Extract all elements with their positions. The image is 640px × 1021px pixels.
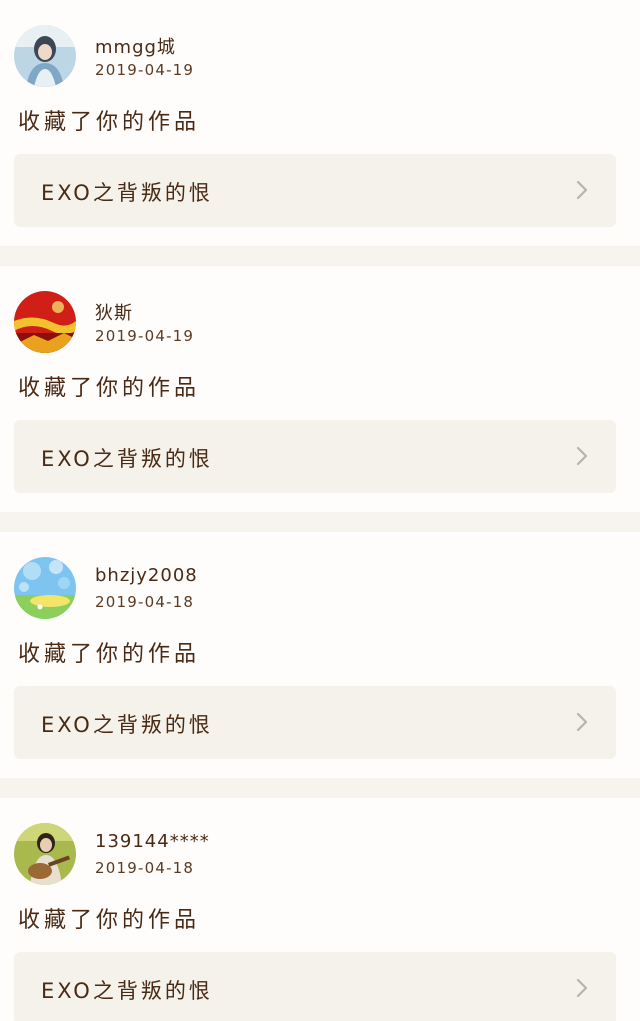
work-title: EXO之背叛的恨: [41, 181, 213, 205]
username[interactable]: 狄斯: [95, 299, 133, 325]
chevron-right-icon: [576, 446, 588, 466]
chevron-right-icon: [576, 712, 588, 732]
activity-text: 收藏了你的作品: [18, 110, 201, 135]
work-link[interactable]: EXO之背叛的恨: [14, 686, 616, 759]
feed-item: bhzjy2008 2019-04-18 收藏了你的作品 EXO之背叛的恨: [0, 532, 640, 778]
work-title: EXO之背叛的恨: [41, 979, 213, 1003]
chevron-right-icon: [576, 978, 588, 998]
feed-item: 狄斯 2019-04-19 收藏了你的作品 EXO之背叛的恨: [0, 266, 640, 512]
activity-text: 收藏了你的作品: [18, 376, 201, 401]
timestamp: 2019-04-18: [95, 859, 195, 877]
user-photo-avatar-icon[interactable]: [14, 25, 76, 87]
bokeh-landscape-avatar-icon[interactable]: [14, 557, 76, 619]
chevron-right-icon: [576, 180, 588, 200]
timestamp: 2019-04-19: [95, 61, 195, 79]
activity-text: 收藏了你的作品: [18, 642, 201, 667]
feed-item: 139144**** 2019-04-18 收藏了你的作品 EXO之背叛的恨: [0, 798, 640, 1021]
work-link[interactable]: EXO之背叛的恨: [14, 420, 616, 493]
divider: [0, 512, 640, 532]
feed-item: mmgg城 2019-04-19 收藏了你的作品 EXO之背叛的恨: [0, 0, 640, 246]
new-year-greeting-avatar-icon[interactable]: [14, 291, 76, 353]
divider: [0, 778, 640, 798]
work-link[interactable]: EXO之背叛的恨: [14, 154, 616, 227]
divider: [0, 246, 640, 266]
favorites-feed: mmgg城 2019-04-19 收藏了你的作品 EXO之背叛的恨 狄斯 201…: [0, 0, 640, 1021]
username[interactable]: bhzjy2008: [95, 565, 198, 586]
guitar-player-avatar-icon[interactable]: [14, 823, 76, 885]
work-title: EXO之背叛的恨: [41, 713, 213, 737]
work-title: EXO之背叛的恨: [41, 447, 213, 471]
work-link[interactable]: EXO之背叛的恨: [14, 952, 616, 1021]
activity-text: 收藏了你的作品: [18, 908, 201, 933]
timestamp: 2019-04-18: [95, 593, 195, 611]
username[interactable]: mmgg城: [95, 33, 176, 59]
timestamp: 2019-04-19: [95, 327, 195, 345]
username[interactable]: 139144****: [95, 831, 210, 852]
